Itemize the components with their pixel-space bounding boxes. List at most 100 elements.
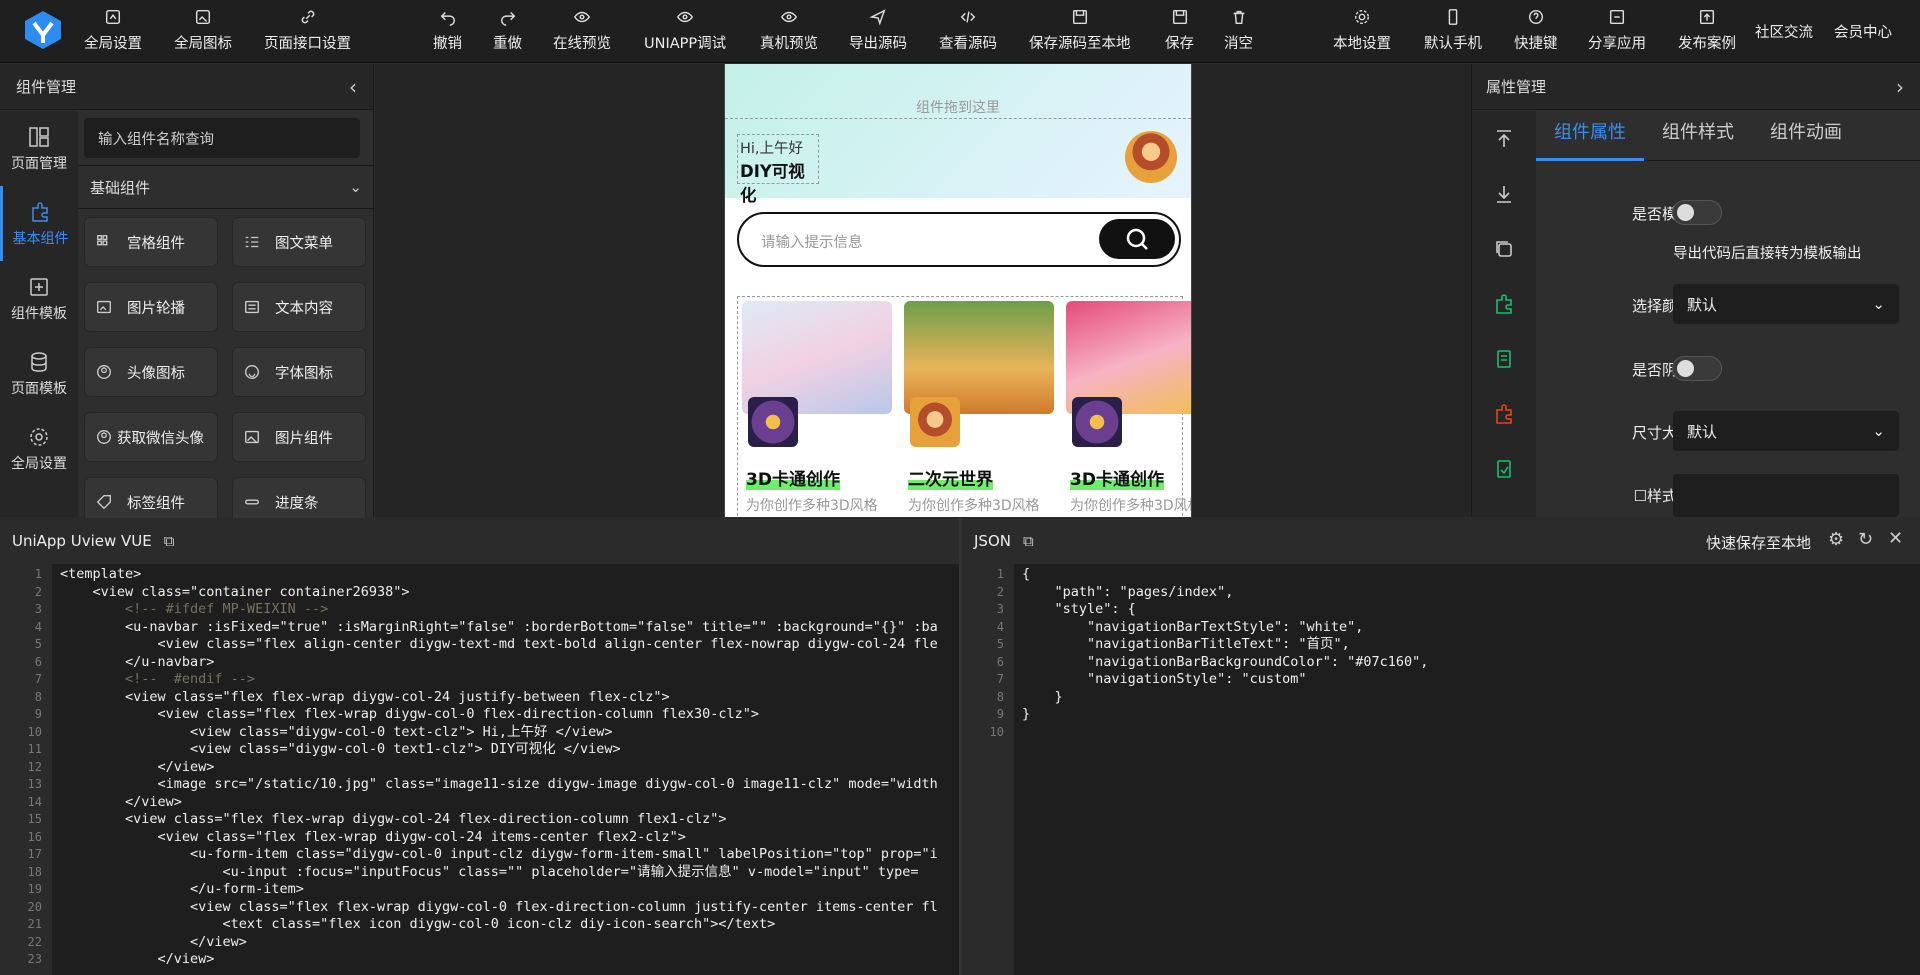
save-source-local-button[interactable]: 保存源码至本地	[1029, 8, 1131, 58]
card-list: 3D卡通创作 为你创作多种3D风格 二次元世界 为你创作多种3D风格 3D卡通创…	[737, 296, 1191, 517]
phone-search-button[interactable]	[1099, 219, 1175, 259]
copy-icon[interactable]: ⧉	[164, 532, 175, 550]
document-button[interactable]	[1472, 331, 1536, 386]
clear-button[interactable]: 消空	[1224, 8, 1253, 58]
line-number: 15	[27, 812, 42, 826]
list-icon	[245, 236, 259, 248]
component-image[interactable]: 图片组件	[232, 412, 366, 462]
copy-button[interactable]	[1472, 221, 1536, 276]
tab-component-animation[interactable]: 组件动画	[1752, 111, 1860, 161]
template-toggle[interactable]	[1672, 200, 1722, 225]
component-wechat-avatar[interactable]: 获取微信头像	[84, 412, 218, 462]
card-subtitle: 为你创作多种3D风格	[1070, 498, 1192, 514]
refresh-icon[interactable]: ↻	[1858, 529, 1873, 550]
component-image-text-menu[interactable]: 图文菜单	[232, 217, 366, 267]
default-phone-button[interactable]: 默认手机	[1424, 8, 1482, 58]
nav-global-settings[interactable]: 全局设置	[0, 411, 78, 486]
card-subtitle: 为你创作多种3D风格	[908, 498, 1040, 514]
redo-button[interactable]: 重做	[493, 8, 522, 58]
json-code-editor[interactable]: { "path": "pages/index", "style": { "nav…	[1022, 564, 1917, 975]
page-api-settings-button[interactable]: 页面接口设置	[264, 8, 351, 58]
link-icon	[301, 10, 314, 24]
list-item[interactable]: 3D卡通创作 为你创作多种3D风格	[1066, 301, 1191, 514]
component-action-button[interactable]	[1472, 276, 1536, 331]
close-icon[interactable]: ✕	[1888, 528, 1903, 549]
edit-button[interactable]	[1472, 441, 1536, 496]
line-number: 22	[27, 934, 42, 949]
line-number: 12	[27, 759, 42, 774]
nav-component-templates[interactable]: 组件模板	[0, 261, 78, 336]
device-preview-button[interactable]: 真机预览	[760, 8, 818, 58]
global-icons-button[interactable]: 全局图标	[174, 8, 232, 58]
shadow-toggle[interactable]	[1672, 356, 1722, 381]
code-line: <view class="flex flex-wrap diygw-col-24…	[60, 811, 727, 827]
save-icon	[1072, 9, 1087, 25]
community-link[interactable]: 社区交流	[1755, 21, 1813, 42]
class-input[interactable]	[1673, 474, 1899, 517]
save-icon	[1172, 9, 1187, 25]
carousel-icon	[97, 300, 111, 314]
edit-doc-icon	[1497, 459, 1511, 478]
nav-page-templates[interactable]: 页面模板	[0, 336, 78, 411]
global-settings-button[interactable]: 全局设置	[84, 8, 142, 58]
uniapp-debug-button[interactable]: UNIAPP调试	[644, 8, 726, 58]
component-grid-item[interactable]: 宫格组件	[84, 217, 218, 267]
move-top-button[interactable]	[1472, 111, 1536, 166]
component-search-input[interactable]: 输入组件名称查询	[84, 118, 360, 158]
tab-component-style[interactable]: 组件样式	[1644, 111, 1752, 161]
save-button[interactable]: 保存	[1165, 8, 1194, 58]
delete-component-button[interactable]	[1472, 386, 1536, 441]
code-line: <view class="flex align-center diygw-tex…	[60, 636, 938, 652]
component-font-icon[interactable]: 字体图标	[232, 347, 366, 397]
nav-page-manage[interactable]: 页面管理	[0, 111, 78, 186]
view-source-button[interactable]: 查看源码	[939, 8, 997, 58]
drop-zone[interactable]: 组件拖到这里	[725, 64, 1191, 119]
code-line: <!-- #ifdef MP-WEIXIN -->	[60, 601, 329, 617]
color-select[interactable]: 默认 ⌄	[1673, 284, 1899, 324]
greeting-block[interactable]: Hi,上午好 DIY可视化	[737, 134, 819, 205]
collapse-right-icon[interactable]: ›	[1896, 75, 1904, 99]
code-line: </u-navbar>	[60, 653, 215, 670]
collapse-left-icon[interactable]: ‹	[349, 75, 357, 99]
size-select[interactable]: 默认 ⌄	[1673, 411, 1899, 451]
basic-components-group[interactable]: 基础组件 ⌄	[78, 165, 374, 209]
chevron-down-icon: ⌄	[349, 178, 362, 196]
share-icon	[1609, 9, 1625, 25]
phone-search-input[interactable]: 请输入提示信息	[737, 212, 1181, 267]
avatar[interactable]	[1125, 131, 1177, 183]
picture-icon	[245, 430, 259, 444]
share-app-button[interactable]: 分享应用	[1588, 8, 1646, 58]
tab-component-props[interactable]: 组件属性	[1536, 111, 1644, 161]
send-icon	[869, 9, 886, 26]
component-image-carousel[interactable]: 图片轮播	[84, 282, 218, 332]
local-settings-button[interactable]: 本地设置	[1333, 8, 1391, 58]
export-source-button[interactable]: 导出源码	[849, 8, 907, 58]
line-number: 3	[996, 602, 1004, 616]
shortcuts-button[interactable]: 快捷键	[1514, 8, 1558, 58]
online-preview-button[interactable]: 在线预览	[553, 8, 611, 58]
phone-preview[interactable]: 组件拖到这里 Hi,上午好 DIY可视化 请输入提示信息 3D卡通创作 为你创作…	[724, 64, 1192, 517]
line-number: 23	[27, 952, 42, 966]
publish-case-button[interactable]: 发布案例	[1678, 8, 1736, 58]
undo-button[interactable]: 撤销	[433, 8, 462, 58]
member-center-link[interactable]: 会员中心	[1834, 21, 1892, 42]
line-number: 20	[27, 899, 42, 914]
quick-save-button[interactable]: 快速保存至本地	[1706, 532, 1811, 553]
nav-basic-components[interactable]: 基本组件	[0, 186, 78, 261]
component-avatar[interactable]: 头像图标	[84, 347, 218, 397]
image-icon	[195, 9, 211, 25]
list-item[interactable]: 二次元世界 为你创作多种3D风格	[904, 301, 1058, 514]
code-line: <u-form-item class="diygw-col-0 input-cl…	[60, 846, 938, 862]
gear-icon[interactable]: ⚙	[1828, 529, 1844, 550]
component-text-content[interactable]: 文本内容	[232, 282, 366, 332]
panel-title: 属性管理	[1486, 78, 1547, 96]
copy-icon[interactable]: ⧉	[1023, 532, 1034, 550]
panel-title: 组件管理	[16, 78, 77, 96]
line-number: 10	[989, 724, 1004, 739]
list-item[interactable]: 3D卡通创作 为你创作多种3D风格	[742, 301, 896, 514]
line-number: 13	[27, 777, 42, 791]
move-bottom-button[interactable]	[1472, 166, 1536, 221]
vue-code-editor[interactable]: <template> <view class="container contai…	[60, 564, 956, 975]
line-number: 21	[27, 917, 42, 931]
